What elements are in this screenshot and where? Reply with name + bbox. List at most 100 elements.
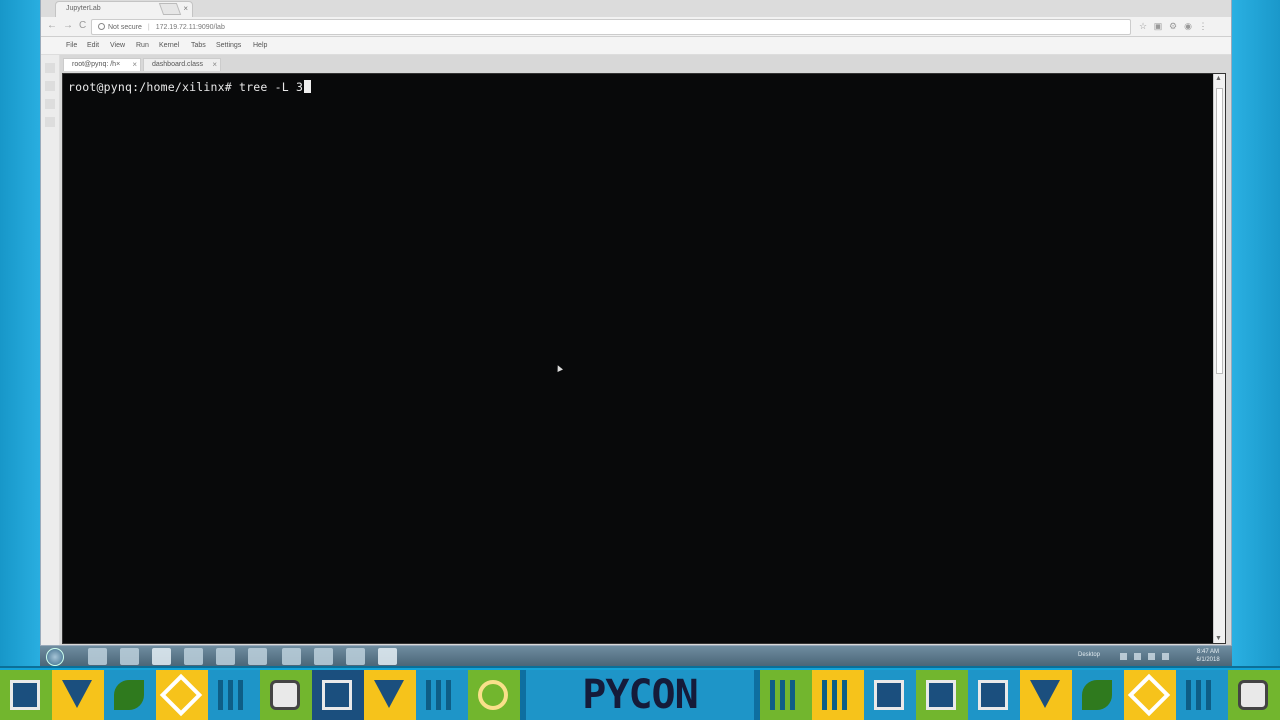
outlook-icon[interactable]: [120, 648, 139, 665]
doc-tab-label: dashboard.class: [152, 61, 203, 68]
terminal-motif-icon: [10, 680, 40, 710]
terminal-prompt: root@pynq:/home/xilinx#: [68, 80, 239, 94]
banner-tile-terminal: [0, 670, 52, 720]
mouse-pointer-icon: [555, 364, 563, 372]
tray-icon[interactable]: [1120, 653, 1127, 660]
menu-run[interactable]: Run: [136, 42, 149, 49]
bars-motif-icon: [1186, 680, 1216, 710]
banner-tile-diamond: [156, 670, 208, 720]
banner-tile-bridge: [416, 670, 468, 720]
menu-help[interactable]: Help: [253, 42, 267, 49]
banner-tile-bars-2: [760, 670, 812, 720]
jupyterlab-menu-bar: File Edit View Run Kernel Tabs Settings …: [41, 37, 1231, 55]
banner-tile-console: [916, 670, 968, 720]
language-indicator[interactable]: Desktop: [1078, 652, 1100, 658]
left-sidebar: [41, 55, 60, 645]
leaf-motif-icon: [114, 680, 144, 710]
desktop-left-edge: [0, 0, 40, 666]
menu-tabs[interactable]: Tabs: [191, 42, 206, 49]
terminal-command: tree -L 3: [238, 80, 304, 94]
skype-icon[interactable]: [314, 648, 333, 665]
clock-time: 8:47 AM: [1196, 649, 1219, 655]
banner-tile-robot-2: [1228, 670, 1280, 720]
banner-tile-tools: [364, 670, 416, 720]
forward-arrow-icon[interactable]: →: [63, 20, 73, 31]
close-icon[interactable]: ×: [212, 60, 217, 69]
bridge-motif-icon: [822, 680, 852, 710]
close-tab-icon[interactable]: ×: [183, 4, 188, 13]
lock-icon: [98, 23, 105, 30]
gear-icon[interactable]: ⚙: [1168, 21, 1178, 31]
terminal-panel[interactable]: root@pynq:/home/xilinx# tree -L 3 ▲ ▼: [62, 73, 1226, 644]
bars-motif-icon: [218, 680, 248, 710]
banner-tile-bridge-2: [812, 670, 864, 720]
pycon-banner: PYCON 2020: [0, 666, 1280, 720]
terminal-app-icon[interactable]: [378, 648, 397, 665]
doc-tab-terminal[interactable]: root@pynq: /h× ×: [63, 58, 141, 71]
doc-tab-label: root@pynq: /h×: [72, 61, 121, 68]
document-icon[interactable]: [216, 648, 235, 665]
tools-motif-icon: [374, 680, 404, 708]
network-tray-icon[interactable]: [1162, 653, 1169, 660]
bars-motif-icon: [770, 680, 800, 710]
menu-kernel[interactable]: Kernel: [159, 42, 179, 49]
menu-settings[interactable]: Settings: [216, 42, 241, 49]
file-explorer-icon[interactable]: [88, 648, 107, 665]
banner-tile-bars-3: [1176, 670, 1228, 720]
circle-motif-icon: [478, 680, 508, 710]
browser-tab-title: JupyterLab: [66, 5, 101, 12]
banner-tile-terminal-2: [968, 670, 1020, 720]
tools-icon[interactable]: [346, 648, 365, 665]
start-orb-icon[interactable]: [46, 648, 64, 666]
url-text: 172.19.72.11:9090/lab: [155, 24, 225, 31]
close-icon[interactable]: ×: [132, 60, 137, 69]
windows-taskbar: Desktop 8:47 AM 6/1/2018: [40, 645, 1232, 666]
screen: JupyterLab × ← → C Not secure | 172.19.72.…: [0, 0, 1280, 720]
new-tab-button[interactable]: [158, 3, 182, 15]
sidebar-files-icon[interactable]: [45, 63, 55, 73]
terminal-command-line[interactable]: root@pynq:/home/xilinx# tree -L 3: [68, 80, 312, 94]
network-icon[interactable]: [248, 648, 267, 665]
robot-motif-icon: [1238, 680, 1268, 710]
scroll-down-icon[interactable]: ▼: [1215, 635, 1222, 642]
terminal-scrollbar[interactable]: ▲ ▼: [1213, 74, 1225, 643]
menu-file[interactable]: File: [66, 42, 77, 49]
chevron-motif-icon: [62, 680, 92, 708]
menu-view[interactable]: View: [110, 42, 125, 49]
pycon-2020-logo: PYCON 2020: [526, 670, 754, 720]
doc-tab-dashboard[interactable]: dashboard.class ×: [143, 58, 221, 71]
bridge-motif-icon: [426, 680, 456, 710]
menu-edit[interactable]: Edit: [87, 42, 99, 49]
image-viewer-icon[interactable]: [282, 648, 301, 665]
chrome-icon[interactable]: [152, 648, 171, 665]
banner-tile-leaf-2: [1072, 670, 1124, 720]
clock-date: 6/1/2018: [1196, 657, 1220, 663]
extension-icon[interactable]: ▣: [1153, 21, 1163, 31]
banner-tile-circle: [468, 670, 520, 720]
banner-tile-bars: [208, 670, 260, 720]
scrollbar-thumb[interactable]: [1216, 88, 1223, 374]
banner-tile-robot: [260, 670, 312, 720]
robot-motif-icon: [270, 680, 300, 710]
sidebar-running-icon[interactable]: [45, 81, 55, 91]
back-arrow-icon[interactable]: ←: [47, 20, 57, 31]
menu-icon[interactable]: ⋮: [1198, 21, 1208, 31]
tray-icon[interactable]: [1134, 653, 1141, 660]
app-icon[interactable]: [184, 648, 203, 665]
banner-tile-diamond-2: [1124, 670, 1176, 720]
address-bar-row: ← → C Not secure | 172.19.72.11:9090/lab ☆…: [41, 17, 1231, 37]
leaf-motif-icon: [1082, 680, 1112, 710]
circuit-motif-icon: [322, 680, 352, 710]
security-label: Not secure: [108, 24, 142, 31]
address-bar[interactable]: Not secure | 172.19.72.11:9090/lab: [91, 19, 1131, 35]
extension-icon[interactable]: ◉: [1183, 21, 1193, 31]
volume-icon[interactable]: [1148, 653, 1155, 660]
desktop-right-edge: [1232, 0, 1280, 666]
reload-icon[interactable]: C: [79, 20, 86, 31]
scroll-up-icon[interactable]: ▲: [1215, 75, 1222, 82]
diamond-motif-icon: [1127, 673, 1171, 717]
sidebar-commands-icon[interactable]: [45, 99, 55, 109]
star-icon[interactable]: ☆: [1138, 21, 1148, 31]
sidebar-tabs-icon[interactable]: [45, 117, 55, 127]
system-clock[interactable]: 8:47 AM 6/1/2018: [1188, 648, 1228, 664]
